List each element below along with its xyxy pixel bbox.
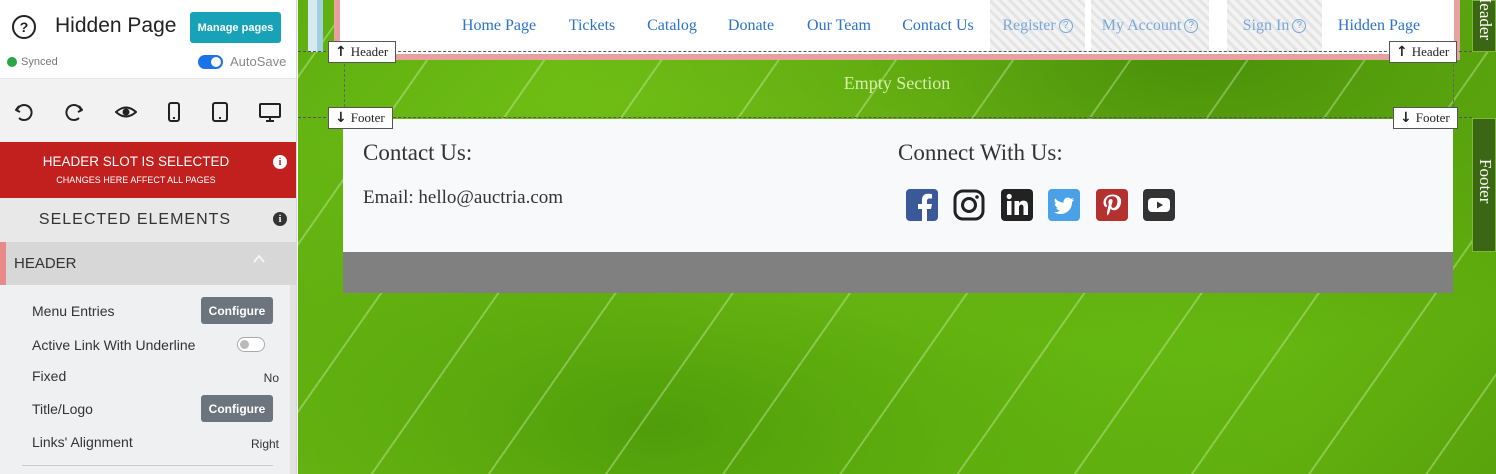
arrow-up-icon: ↑ xyxy=(1396,44,1408,60)
sync-status: Synced xyxy=(7,56,58,68)
header-section-label: HEADER xyxy=(14,255,77,272)
nav-link-sign-in[interactable]: Sign In? xyxy=(1227,0,1322,52)
header-tag-label: Header xyxy=(1411,44,1450,59)
arrow-down-icon: ↓ xyxy=(1400,110,1412,126)
footer-slot-tag-right[interactable]: ↓ Footer xyxy=(1393,107,1458,129)
menu-entries-configure-button[interactable]: Configure xyxy=(201,297,273,324)
nav-link-tickets[interactable]: Tickets xyxy=(554,0,630,52)
tablet-icon[interactable] xyxy=(208,101,232,123)
fixed-label: Fixed xyxy=(32,368,67,384)
arrow-down-icon: ↓ xyxy=(335,110,347,126)
linkedin-icon[interactable] xyxy=(1001,189,1033,221)
footer-slot-boundary xyxy=(298,117,1472,118)
pinterest-icon[interactable] xyxy=(1096,189,1128,221)
twitter-icon[interactable] xyxy=(1048,189,1080,221)
chevron-up-icon[interactable] xyxy=(252,252,266,266)
header-side-tab[interactable]: Header xyxy=(1472,0,1496,52)
menu-entries-label: Menu Entries xyxy=(32,303,115,319)
autosave-control: AutoSave xyxy=(198,54,286,69)
links-alignment-value: Right xyxy=(250,437,279,451)
page-canvas: Home Page Tickets Catalog Donate Our Tea… xyxy=(298,0,1496,474)
header-section-toggle[interactable]: HEADER xyxy=(0,242,296,285)
page-title: Hidden Page xyxy=(55,14,177,37)
preview-eye-icon[interactable] xyxy=(114,101,138,123)
nav-link-register[interactable]: Register? xyxy=(990,0,1085,52)
sidebar-scrollbar[interactable] xyxy=(290,285,296,474)
header-slot-warning: HEADER SLOT IS SELECTED CHANGES HERE AFF… xyxy=(0,142,296,198)
undo-icon[interactable] xyxy=(12,101,36,123)
links-alignment-label: Links' Alignment xyxy=(32,434,133,450)
warning-info-icon[interactable]: i xyxy=(273,155,287,169)
header-side-tab-label: Header xyxy=(1476,0,1495,41)
nav-link-our-team[interactable]: Our Team xyxy=(798,0,880,52)
footer-slot-tag-left[interactable]: ↓ Footer xyxy=(328,107,393,129)
footer-email: Email: hello@auctria.com xyxy=(363,187,564,208)
question-circle-icon: ? xyxy=(1184,19,1199,33)
footer-side-tab-label: Footer xyxy=(1476,159,1495,204)
footer-slot[interactable] xyxy=(343,119,1453,252)
desktop-icon[interactable] xyxy=(258,101,282,123)
question-circle-icon: ? xyxy=(1058,19,1073,33)
nav-link-home-page[interactable]: Home Page xyxy=(455,0,543,52)
manage-pages-button[interactable]: Manage pages xyxy=(190,12,281,43)
footer-tag-label: Footer xyxy=(1415,110,1450,125)
nav-link-donate[interactable]: Donate xyxy=(718,0,784,52)
header-tag-label: Header xyxy=(350,44,389,59)
nav-link-contact-us[interactable]: Contact Us xyxy=(894,0,982,52)
footer-bottom-bar xyxy=(343,252,1453,293)
instagram-icon[interactable] xyxy=(953,189,985,221)
footer-side-tab[interactable]: Footer xyxy=(1472,118,1496,252)
facebook-icon[interactable] xyxy=(906,189,938,221)
active-link-underline-label: Active Link With Underline xyxy=(32,337,196,353)
footer-connect-title: Connect With Us: xyxy=(898,140,1063,165)
nav-sign-in-label: Sign In xyxy=(1242,17,1290,34)
empty-section-label: Empty Section xyxy=(843,73,951,93)
sidebar-top: ? Hidden Page Manage pages Synced AutoSa… xyxy=(0,0,296,78)
warning-subtitle: CHANGES HERE AFFECT ALL PAGES xyxy=(56,175,216,185)
canvas-left-edge-inner xyxy=(317,0,323,52)
autosave-label: AutoSave xyxy=(230,54,287,69)
editor-toolbar xyxy=(0,78,296,142)
title-logo-label: Title/Logo xyxy=(32,401,93,417)
warning-title: HEADER SLOT IS SELECTED xyxy=(42,154,230,169)
synced-label: Synced xyxy=(21,56,58,68)
redo-icon[interactable] xyxy=(62,101,86,123)
selected-elements-info-icon[interactable]: i xyxy=(273,212,287,226)
help-icon[interactable]: ? xyxy=(12,15,36,39)
editor-sidebar: ? Hidden Page Manage pages Synced AutoSa… xyxy=(0,0,297,474)
synced-dot-icon xyxy=(7,57,17,67)
fixed-value: No xyxy=(263,371,279,385)
arrow-up-icon: ↑ xyxy=(335,44,347,60)
nav-link-catalog[interactable]: Catalog xyxy=(639,0,705,52)
properties-divider xyxy=(22,465,273,466)
nav-link-my-account[interactable]: My Account? xyxy=(1091,0,1209,52)
mobile-icon[interactable] xyxy=(162,101,186,123)
header-slot-tag-left[interactable]: ↑ Header xyxy=(328,41,397,63)
youtube-icon[interactable] xyxy=(1143,189,1175,221)
header-slot-tag-right[interactable]: ↑ Header xyxy=(1389,41,1458,63)
autosave-toggle[interactable] xyxy=(198,54,223,69)
nav-register-label: Register xyxy=(1002,17,1056,34)
selected-elements-header: SELECTED ELEMENTS i xyxy=(0,198,296,242)
footer-tag-label: Footer xyxy=(350,110,385,125)
active-link-underline-toggle[interactable] xyxy=(237,337,265,352)
header-slot-boundary xyxy=(298,51,1472,52)
title-logo-configure-button[interactable]: Configure xyxy=(201,395,273,422)
question-circle-icon: ? xyxy=(1292,19,1307,33)
selected-elements-label: SELECTED ELEMENTS xyxy=(38,211,232,228)
nav-my-account-label: My Account xyxy=(1101,17,1182,34)
footer-contact-title: Contact Us: xyxy=(363,140,473,165)
